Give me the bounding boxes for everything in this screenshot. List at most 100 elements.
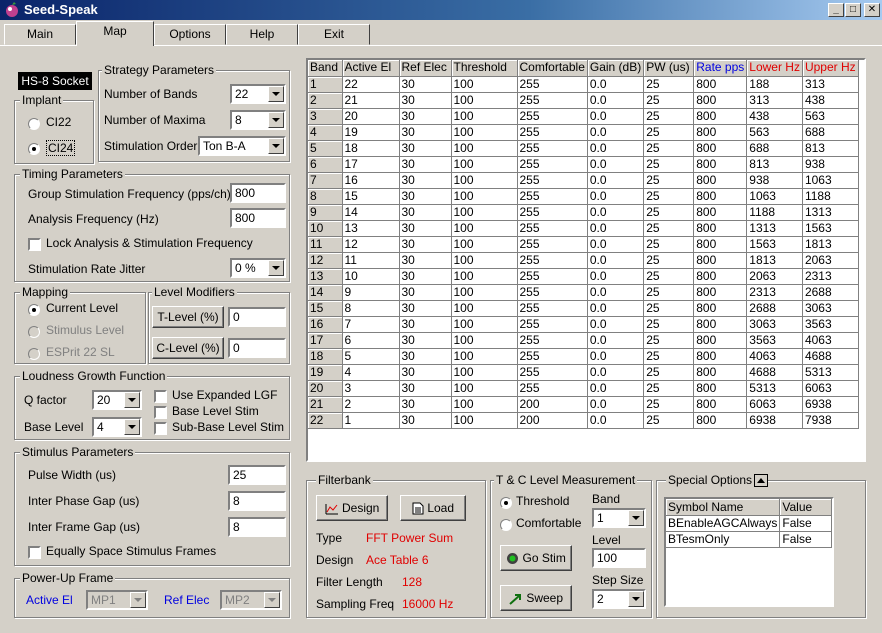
symbol-name-cell[interactable]: BTesmOnly	[666, 531, 781, 548]
table-cell[interactable]: 30	[399, 300, 452, 317]
table-cell[interactable]: 100	[451, 412, 518, 429]
table-cell[interactable]: 255	[517, 204, 588, 221]
table-cell[interactable]: 30	[399, 156, 452, 173]
table-cell[interactable]: 2063	[746, 268, 803, 285]
table-cell[interactable]: 0.0	[587, 140, 645, 157]
table-cell[interactable]: 200	[517, 396, 588, 413]
table-cell[interactable]: 25	[643, 396, 695, 413]
chevron-down-icon[interactable]	[124, 392, 140, 408]
table-cell[interactable]: 0.0	[587, 188, 645, 205]
table-cell[interactable]: 0.0	[587, 284, 645, 301]
table-cell[interactable]: 255	[517, 236, 588, 253]
band-number-cell[interactable]: 16	[308, 316, 343, 333]
table-row[interactable]: 8 15 30 100 255 0.0 25 800 1063 1188	[308, 188, 859, 205]
level-input[interactable]: 100	[592, 548, 646, 568]
table-cell[interactable]: 3063	[746, 316, 803, 333]
table-cell[interactable]: 0.0	[587, 108, 645, 125]
band-number-cell[interactable]: 9	[308, 204, 343, 221]
table-cell[interactable]: 30	[399, 220, 452, 237]
t-level-button[interactable]: T-Level (%)	[152, 306, 224, 328]
table-cell[interactable]: 313	[802, 76, 859, 93]
table-cell[interactable]: 313	[746, 92, 803, 109]
table-cell[interactable]: 3563	[746, 332, 803, 349]
table-row[interactable]: 4 19 30 100 255 0.0 25 800 563 688	[308, 124, 859, 141]
special-header-value[interactable]: Value	[779, 499, 832, 516]
table-row[interactable]: 11 12 30 100 255 0.0 25 800 1563 1813	[308, 236, 859, 253]
table-cell[interactable]: 100	[451, 380, 518, 397]
table-cell[interactable]: 1188	[746, 204, 803, 221]
table-cell[interactable]: 688	[746, 140, 803, 157]
q-factor-select[interactable]: 20	[92, 390, 142, 410]
table-cell[interactable]: 0.0	[587, 92, 645, 109]
table-cell[interactable]: 813	[746, 156, 803, 173]
table-cell[interactable]: 0.0	[587, 204, 645, 221]
implant-ci22-radio[interactable]	[28, 118, 40, 130]
table-cell[interactable]: 25	[643, 140, 695, 157]
table-header-cell[interactable]: Gain (dB)	[587, 60, 645, 77]
table-cell[interactable]: 0.0	[587, 396, 645, 413]
inter-frame-gap-input[interactable]: 8	[228, 517, 286, 537]
table-row[interactable]: 6 17 30 100 255 0.0 25 800 813 938	[308, 156, 859, 173]
table-cell[interactable]: 0.0	[587, 348, 645, 365]
table-cell[interactable]: 100	[451, 252, 518, 269]
tab-main[interactable]: Main	[4, 24, 76, 45]
table-cell[interactable]: 1	[342, 412, 400, 429]
band-number-cell[interactable]: 6	[308, 156, 343, 173]
tab-exit[interactable]: Exit	[298, 24, 370, 45]
table-cell[interactable]: 255	[517, 108, 588, 125]
table-cell[interactable]: 5	[342, 348, 400, 365]
table-header-cell[interactable]: Upper Hz	[802, 60, 859, 77]
band-number-cell[interactable]: 19	[308, 364, 343, 381]
table-cell[interactable]: 100	[451, 220, 518, 237]
table-cell[interactable]: 16	[342, 172, 400, 189]
table-cell[interactable]: 2063	[802, 252, 859, 269]
table-cell[interactable]: 30	[399, 284, 452, 301]
table-cell[interactable]: 1813	[802, 236, 859, 253]
table-cell[interactable]: 2	[342, 396, 400, 413]
table-cell[interactable]: 30	[399, 412, 452, 429]
expanded-lgf-checkbox[interactable]	[154, 390, 167, 403]
table-row[interactable]: 2 21 30 100 255 0.0 25 800 313 438	[308, 92, 859, 109]
table-cell[interactable]: 255	[517, 300, 588, 317]
table-cell[interactable]: 800	[693, 236, 748, 253]
table-cell[interactable]: 800	[693, 76, 748, 93]
table-cell[interactable]: 25	[643, 156, 695, 173]
table-cell[interactable]: 255	[517, 252, 588, 269]
band-select[interactable]: 1	[592, 508, 646, 528]
table-cell[interactable]: 5313	[802, 364, 859, 381]
table-cell[interactable]: 800	[693, 172, 748, 189]
band-number-cell[interactable]: 5	[308, 140, 343, 157]
table-cell[interactable]: 800	[693, 364, 748, 381]
table-cell[interactable]: 800	[693, 332, 748, 349]
table-cell[interactable]: 25	[643, 172, 695, 189]
table-cell[interactable]: 800	[693, 140, 748, 157]
table-cell[interactable]: 30	[399, 76, 452, 93]
table-cell[interactable]: 1063	[802, 172, 859, 189]
table-cell[interactable]: 2313	[746, 284, 803, 301]
table-cell[interactable]: 800	[693, 284, 748, 301]
table-cell[interactable]: 11	[342, 252, 400, 269]
table-row[interactable]: 14 9 30 100 255 0.0 25 800 2313 2688	[308, 284, 859, 301]
mapping-esprit-radio[interactable]	[28, 348, 40, 360]
table-cell[interactable]: 100	[451, 92, 518, 109]
table-cell[interactable]: 4688	[802, 348, 859, 365]
special-option-row[interactable]: BEnableAGCAlways False	[666, 515, 832, 532]
table-cell[interactable]: 100	[451, 316, 518, 333]
table-cell[interactable]: 4	[342, 364, 400, 381]
table-cell[interactable]: 800	[693, 124, 748, 141]
table-cell[interactable]: 100	[451, 204, 518, 221]
table-cell[interactable]: 25	[643, 188, 695, 205]
table-cell[interactable]: 30	[399, 364, 452, 381]
mapping-stimulus-radio[interactable]	[28, 326, 40, 338]
table-cell[interactable]: 100	[451, 268, 518, 285]
table-cell[interactable]: 30	[399, 172, 452, 189]
band-number-cell[interactable]: 8	[308, 188, 343, 205]
table-cell[interactable]: 100	[451, 332, 518, 349]
table-cell[interactable]: 30	[399, 348, 452, 365]
chevron-down-icon[interactable]	[268, 112, 284, 128]
table-cell[interactable]: 1313	[746, 220, 803, 237]
sweep-button[interactable]: Sweep	[500, 585, 572, 611]
table-cell[interactable]: 800	[693, 108, 748, 125]
band-table[interactable]: Band Active El Ref Elec Threshold Comfortabl…	[306, 58, 866, 462]
table-cell[interactable]: 800	[693, 396, 748, 413]
